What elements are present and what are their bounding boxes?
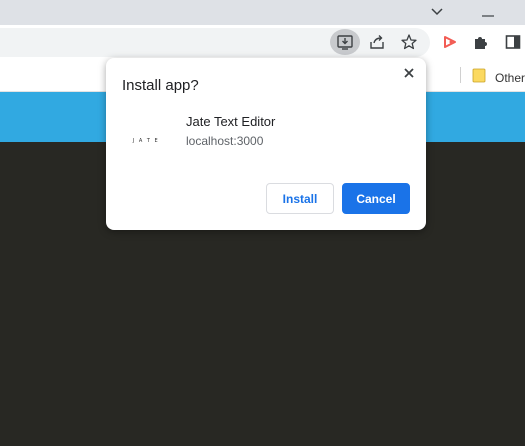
app-origin: localhost:3000 xyxy=(186,134,264,148)
bookmark-star-icon[interactable] xyxy=(396,29,422,55)
install-button[interactable]: Install xyxy=(266,183,334,214)
browser-toolbar xyxy=(0,25,525,60)
browser-titlebar xyxy=(0,0,525,25)
cancel-button[interactable]: Cancel xyxy=(342,183,410,214)
install-app-dialog: Install app? J A T E Jate Text Editor lo… xyxy=(106,58,426,230)
puzzle-icon[interactable] xyxy=(468,29,494,55)
close-icon[interactable] xyxy=(400,64,418,82)
bookmark-folder-other[interactable]: Other xyxy=(472,67,525,88)
chevron-down-icon[interactable] xyxy=(429,5,445,17)
install-app-icon[interactable] xyxy=(330,29,360,55)
minimize-icon[interactable] xyxy=(481,5,495,17)
bookmark-folder-label: Other xyxy=(495,70,525,85)
extension-red-icon[interactable] xyxy=(437,29,463,55)
folder-icon xyxy=(472,67,486,88)
bookmarks-divider xyxy=(460,67,461,83)
side-panel-icon[interactable] xyxy=(500,29,525,55)
app-name: Jate Text Editor xyxy=(186,114,276,129)
share-icon[interactable] xyxy=(364,29,390,55)
app-logo-icon: J A T E xyxy=(128,136,164,146)
app-logo-text: J A T E xyxy=(132,138,160,144)
dialog-title: Install app? xyxy=(122,77,199,94)
